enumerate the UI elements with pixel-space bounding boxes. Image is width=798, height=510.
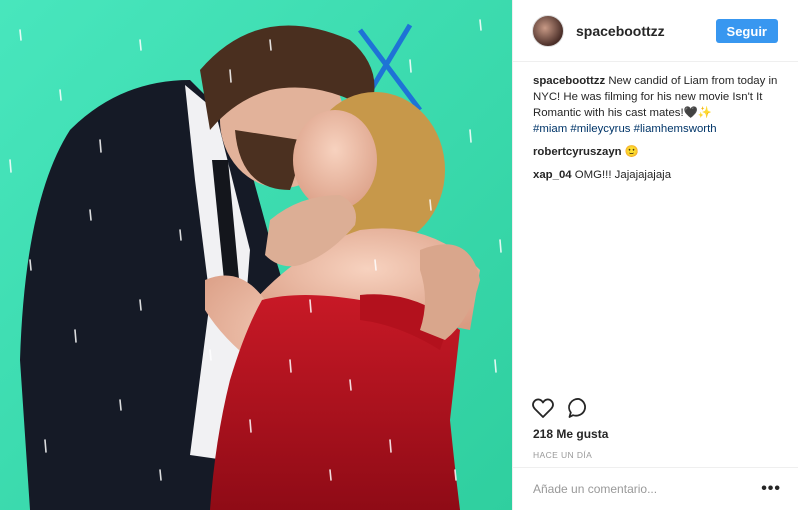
post-sidebar: spaceboottzz Seguir spaceboottzz New can… [512, 0, 798, 510]
post-timestamp: HACE UN DÍA [533, 450, 593, 460]
comments-list: spaceboottzz New candid of Liam from tod… [513, 62, 798, 183]
follow-button[interactable]: Seguir [715, 18, 778, 43]
heart-icon[interactable] [531, 396, 555, 420]
list-item-comment: robertcyruszayn 🙂 [533, 144, 778, 160]
instagram-post: spaceboottzz Seguir spaceboottzz New can… [0, 0, 798, 510]
list-item-comment: xap_04 OMG!!! Jajajajajaja [533, 167, 778, 183]
post-photo[interactable] [0, 0, 512, 510]
comment-text: 🙂 [621, 146, 639, 158]
comment-username[interactable]: xap_04 [533, 169, 572, 181]
photo-illustration [0, 0, 512, 510]
hashtag-link[interactable]: #miam [533, 123, 567, 135]
likes-count[interactable]: 218 Me gusta [533, 427, 608, 441]
comment-username[interactable]: spaceboottzz [533, 75, 605, 87]
more-options-icon[interactable]: ••• [761, 481, 781, 497]
post-header: spaceboottzz Seguir [513, 0, 798, 62]
comment-input[interactable] [533, 482, 762, 496]
caption-comment: spaceboottzz New candid of Liam from tod… [533, 73, 778, 137]
hashtag-link[interactable]: #mileycyrus [570, 123, 630, 135]
avatar[interactable] [532, 14, 564, 47]
comment-username[interactable]: robertcyruszayn [533, 146, 622, 158]
comment-icon[interactable] [567, 396, 591, 420]
comment-text: OMG!!! Jajajajajaja [571, 169, 672, 181]
hashtag-link[interactable]: #liamhemsworth [634, 123, 717, 135]
add-comment-bar: ••• [513, 467, 798, 510]
action-bar [531, 396, 591, 420]
username-link[interactable]: spaceboottzz [576, 23, 716, 39]
